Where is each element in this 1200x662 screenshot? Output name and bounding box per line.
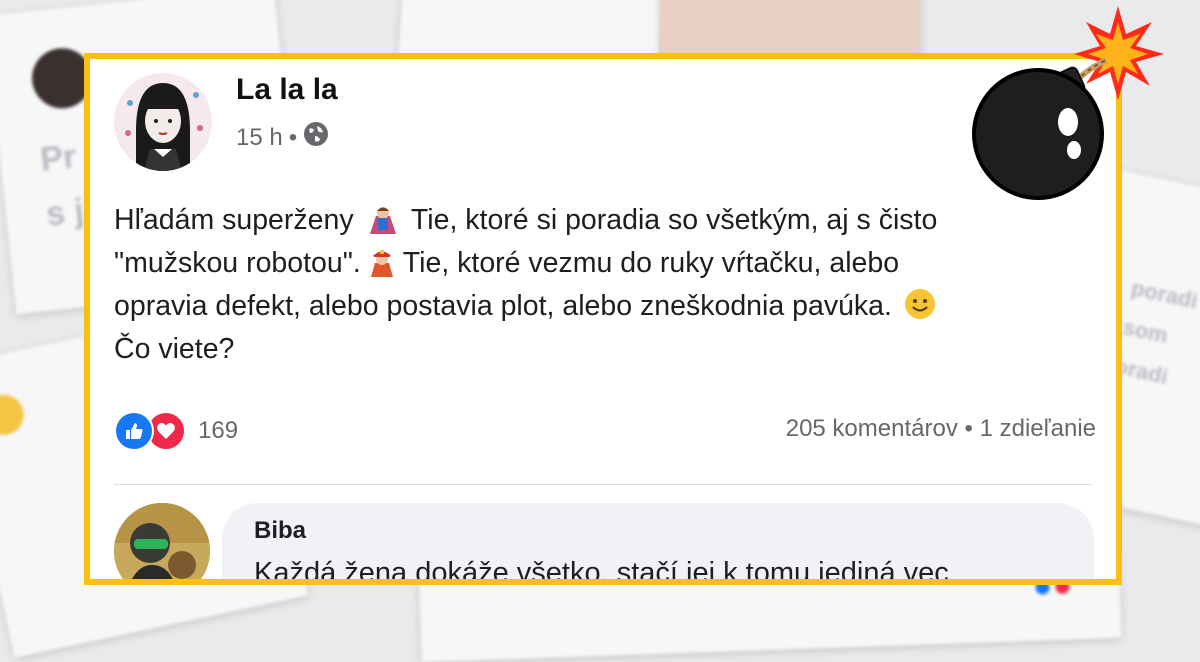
superhero-woman-icon xyxy=(366,204,400,234)
avatar-illustration xyxy=(114,73,212,171)
globe-icon[interactable] xyxy=(303,121,329,154)
post-time[interactable]: 15 h xyxy=(236,124,283,152)
post-text-segment: "mužskou robotou". xyxy=(114,247,361,279)
firefighter-woman-icon xyxy=(365,247,399,277)
comment-author[interactable]: Biba xyxy=(254,517,306,545)
post-line-3: opravia defekt, alebo postavia plot, ale… xyxy=(114,285,1104,328)
comments-count-link[interactable]: 205 komentárov xyxy=(786,415,958,442)
post-text-segment: Hľadám superženy xyxy=(114,204,354,236)
post-text-segment: Tie, ktoré vezmu do ruky vŕtačku, alebo xyxy=(402,247,900,279)
smile-icon xyxy=(904,288,938,319)
reaction-count[interactable]: 169 xyxy=(198,417,238,445)
post-line-1: Hľadám superženy Tie, ktoré si poradia s… xyxy=(114,199,1104,242)
post-divider xyxy=(114,484,1092,485)
shares-count-link[interactable]: 1 zdieľanie xyxy=(980,415,1096,442)
meta-separator: • xyxy=(288,123,298,151)
stats-separator: • xyxy=(964,415,973,442)
commenter-photo xyxy=(114,503,210,579)
post-text-segment: Tie, ktoré si poradia so všetkým, aj s č… xyxy=(410,204,938,236)
post-meta: 15 h • xyxy=(236,121,329,154)
bomb-icon xyxy=(966,4,1166,204)
comment-bubble: Biba Každá žena dokáže všetko, stačí jej… xyxy=(222,503,1094,585)
comment-text: Každá žena dokáže všetko, stačí jej k to… xyxy=(254,557,949,585)
author-avatar[interactable] xyxy=(114,73,212,171)
post-line-2: "mužskou robotou". Tie, ktoré vezmu do r… xyxy=(114,242,1104,285)
post-body: Hľadám superženy Tie, ktoré si poradia s… xyxy=(114,199,1104,371)
like-icon[interactable] xyxy=(114,411,154,451)
post-line-4: Čo viete? xyxy=(114,333,235,365)
commenter-avatar[interactable] xyxy=(114,503,210,579)
reactions-summary[interactable]: 169 xyxy=(114,411,238,451)
post-text-segment: opravia defekt, alebo postavia plot, ale… xyxy=(114,290,892,322)
post-author-name[interactable]: La la la xyxy=(236,73,338,107)
post-stats: 205 komentárov • 1 zdieľanie xyxy=(786,415,1096,443)
